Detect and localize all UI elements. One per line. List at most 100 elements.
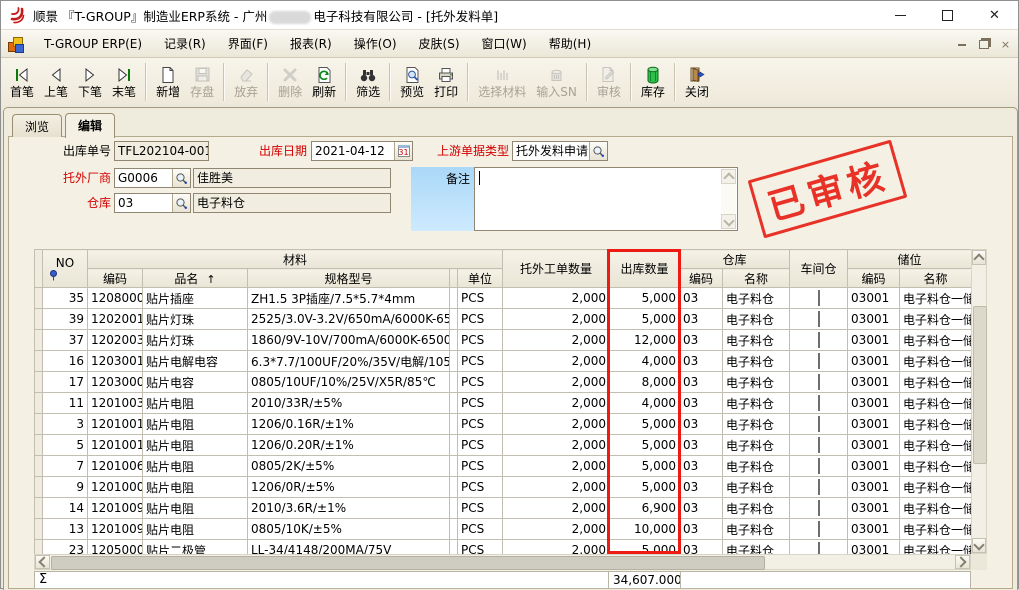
cell-warehouse-code[interactable]: 03 <box>680 309 723 330</box>
menu-tgroup-erp[interactable]: T-GROUP ERP(E) <box>33 33 153 55</box>
cell-material-code[interactable]: 12080003 <box>88 288 143 309</box>
print-button[interactable]: 打印 <box>429 61 463 103</box>
cell-storage-code[interactable]: 03001 <box>848 519 900 540</box>
cell-material-code[interactable]: 12030010 <box>88 351 143 372</box>
cell-workshop[interactable] <box>790 309 848 330</box>
menu-help[interactable]: 帮助(H) <box>538 31 602 56</box>
workshop-checkbox[interactable] <box>818 542 820 554</box>
table-row[interactable]: 39 12020016 贴片灯珠 2525/3.0V-3.2V/650mA/60… <box>35 309 972 330</box>
cell-spec[interactable]: 1860/9V-10V/700mA/6000K-6500K/... <box>248 330 450 351</box>
cell-no[interactable]: 23 <box>43 540 88 555</box>
cell-material-code[interactable]: 12010036 <box>88 393 143 414</box>
cell-workshop[interactable] <box>790 498 848 519</box>
cell-storage-code[interactable]: 03001 <box>848 435 900 456</box>
remark-textarea[interactable] <box>474 167 738 231</box>
cell-out-qty[interactable]: 5,000 <box>610 540 680 555</box>
tab-browse[interactable]: 浏览 <box>12 114 62 137</box>
new-button[interactable]: 新增 <box>151 61 185 103</box>
cell-warehouse-code[interactable]: 03 <box>680 351 723 372</box>
cell-storage-name[interactable]: 电子料仓一储 <box>900 351 971 372</box>
cell-selector[interactable] <box>35 435 43 456</box>
cell-order-qty[interactable]: 2,000 <box>503 414 610 435</box>
warehouse-lookup-button[interactable] <box>172 194 190 212</box>
cell-material-name[interactable]: 贴片灯珠 <box>143 309 248 330</box>
cell-order-qty[interactable]: 2,000 <box>503 540 610 555</box>
cell-order-qty[interactable]: 2,000 <box>503 288 610 309</box>
preview-button[interactable]: 预览 <box>395 61 429 103</box>
cell-storage-name[interactable]: 电子料仓一储 <box>900 540 971 555</box>
cell-order-qty[interactable]: 2,000 <box>503 393 610 414</box>
cell-selector[interactable] <box>35 477 43 498</box>
cell-selector[interactable] <box>35 393 43 414</box>
save-button[interactable]: 存盘 <box>185 61 219 103</box>
scroll-up-icon[interactable] <box>721 169 736 184</box>
calendar-button[interactable]: 31 <box>394 142 412 160</box>
cell-selector[interactable] <box>35 351 43 372</box>
maximize-button[interactable] <box>924 1 971 29</box>
cell-warehouse-code[interactable]: 03 <box>680 330 723 351</box>
menu-operation[interactable]: 操作(O) <box>343 31 408 56</box>
cell-selector[interactable] <box>35 519 43 540</box>
cell-warehouse-name[interactable]: 电子料仓 <box>723 288 790 309</box>
cell-warehouse-name[interactable]: 电子料仓 <box>723 330 790 351</box>
cell-no[interactable]: 13 <box>43 519 88 540</box>
cell-storage-code[interactable]: 03001 <box>848 288 900 309</box>
cell-no[interactable]: 37 <box>43 330 88 351</box>
cell-material-name[interactable]: 贴片电容 <box>143 372 248 393</box>
cell-warehouse-code[interactable]: 03 <box>680 519 723 540</box>
table-row[interactable]: 37 12020035 贴片灯珠 1860/9V-10V/700mA/6000K… <box>35 330 972 351</box>
cell-order-qty[interactable]: 2,000 <box>503 498 610 519</box>
cell-warehouse-code[interactable]: 03 <box>680 372 723 393</box>
cell-unit[interactable]: PCS <box>458 372 503 393</box>
menu-record[interactable]: 记录(R) <box>153 31 217 56</box>
cell-warehouse-code[interactable]: 03 <box>680 414 723 435</box>
col-header-workshop[interactable]: 车间仓 <box>790 250 848 288</box>
cell-spec[interactable]: 0805/10UF/10%/25V/X5R/85℃ <box>248 372 450 393</box>
cell-material-code[interactable]: 12010063 <box>88 456 143 477</box>
cell-storage-code[interactable]: 03001 <box>848 498 900 519</box>
cell-material-code[interactable]: 12020035 <box>88 330 143 351</box>
cell-unit[interactable]: PCS <box>458 540 503 555</box>
cell-spec[interactable]: 2525/3.0V-3.2V/650mA/6000K-650... <box>248 309 450 330</box>
table-row[interactable]: 11 12010036 贴片电阻 2010/33R/±5% PCS 2,000 … <box>35 393 972 414</box>
cell-storage-code[interactable]: 03001 <box>848 351 900 372</box>
vertical-scroll-thumb[interactable] <box>973 306 987 464</box>
collapsed-column-header[interactable] <box>450 269 458 288</box>
cell-warehouse-code[interactable]: 03 <box>680 498 723 519</box>
cell-workshop[interactable] <box>790 351 848 372</box>
cell-no[interactable]: 16 <box>43 351 88 372</box>
workshop-checkbox[interactable] <box>818 500 820 516</box>
cell-selector[interactable] <box>35 330 43 351</box>
table-row[interactable]: 9 12010001 贴片电阻 1206/0R/±5% PCS 2,000 5,… <box>35 477 972 498</box>
workshop-checkbox[interactable] <box>818 521 820 537</box>
cell-workshop[interactable] <box>790 540 848 555</box>
cell-material-code[interactable]: 12010095 <box>88 498 143 519</box>
cell-material-code[interactable]: 12010094 <box>88 519 143 540</box>
cell-spec[interactable]: LL-34/4148/200MA/75V <box>248 540 450 555</box>
table-row[interactable]: 16 12030010 贴片电解电容 6.3*7.7/100UF/20%/35V… <box>35 351 972 372</box>
cell-out-qty[interactable]: 8,000 <box>610 372 680 393</box>
vendor-lookup-button[interactable] <box>172 169 190 187</box>
col-group-material[interactable]: 材料 <box>88 250 503 269</box>
cell-unit[interactable]: PCS <box>458 309 503 330</box>
workshop-checkbox[interactable] <box>818 458 820 474</box>
cell-unit[interactable]: PCS <box>458 456 503 477</box>
cell-material-name[interactable]: 贴片灯珠 <box>143 330 248 351</box>
workshop-checkbox[interactable] <box>818 479 820 495</box>
cell-warehouse-name[interactable]: 电子料仓 <box>723 351 790 372</box>
table-row[interactable]: 17 12030004 贴片电容 0805/10UF/10%/25V/X5R/8… <box>35 372 972 393</box>
cell-workshop[interactable] <box>790 414 848 435</box>
delete-button[interactable]: 删除 <box>273 61 307 103</box>
cell-selector[interactable] <box>35 309 43 330</box>
order-no-field[interactable]: TFL202104-0017 <box>114 141 209 161</box>
cell-material-code[interactable]: 12050006 <box>88 540 143 555</box>
cell-spec[interactable]: 0805/2K/±5% <box>248 456 450 477</box>
table-row[interactable]: 35 12080003 贴片插座 ZH1.5 3P插座/7.5*5.7*4mm … <box>35 288 972 309</box>
cell-storage-name[interactable]: 电子料仓一储 <box>900 393 971 414</box>
col-header-unit[interactable]: 单位 <box>458 269 503 288</box>
warehouse-code-field[interactable]: 03 <box>114 193 191 213</box>
table-row[interactable]: 3 12010010 贴片电阻 1206/0.16R/±1% PCS 2,000… <box>35 414 972 435</box>
cell-order-qty[interactable]: 2,000 <box>503 477 610 498</box>
remark-scrollbar[interactable] <box>721 169 736 229</box>
cell-material-name[interactable]: 贴片二极管 <box>143 540 248 555</box>
